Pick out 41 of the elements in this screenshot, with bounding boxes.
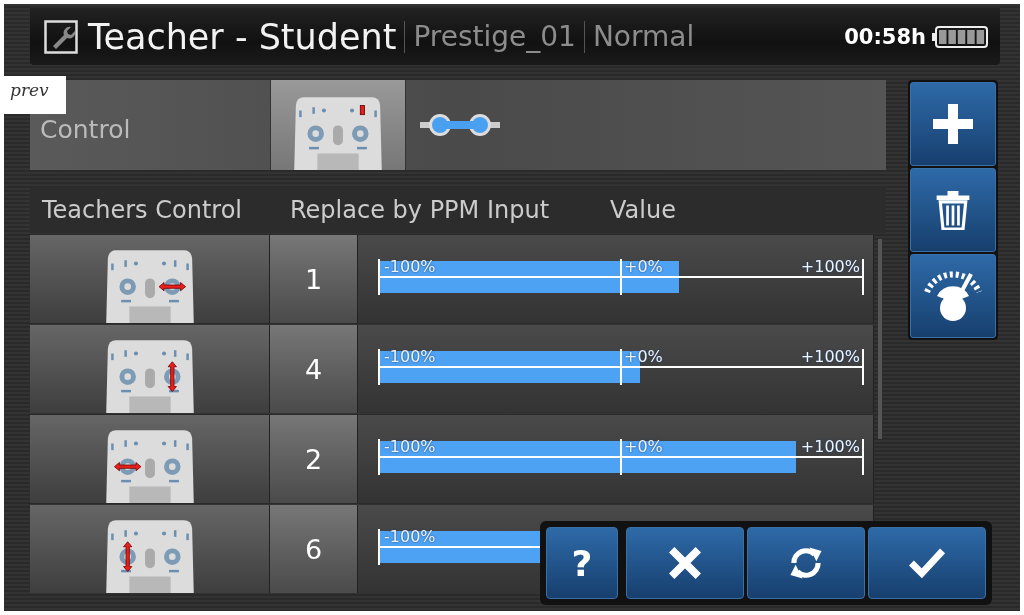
scale-label: -100%: [384, 438, 436, 456]
ppm-input-cell[interactable]: 1: [270, 235, 358, 323]
scale-label: +100%: [800, 348, 860, 366]
scale-label: -100%: [384, 528, 436, 546]
model-name: Prestige_01: [413, 20, 576, 53]
wrench-icon: [44, 19, 78, 54]
scale-label: +0%: [624, 258, 663, 276]
plus-icon: [933, 104, 973, 144]
control-cell[interactable]: [30, 235, 270, 323]
ppm-input-cell[interactable]: 6: [270, 505, 358, 593]
flight-mode: Normal: [592, 20, 695, 53]
control-cell[interactable]: [30, 505, 270, 593]
column-header: Replace by PPM Input: [290, 196, 551, 224]
close-icon: [666, 544, 704, 582]
scale-label: +0%: [624, 438, 663, 456]
link-icon: [420, 112, 500, 138]
control-label: Control: [39, 113, 132, 144]
control-cell[interactable]: [30, 325, 270, 413]
confirm-button[interactable]: [868, 527, 986, 599]
cancel-button[interactable]: [626, 527, 744, 599]
ppm-input-cell[interactable]: 4: [270, 325, 358, 413]
screen-title: Teacher - Student: [88, 16, 397, 57]
scale-label: -100%: [384, 348, 436, 366]
transmitter-button[interactable]: [270, 80, 406, 170]
trim-button[interactable]: [910, 254, 996, 338]
help-button[interactable]: ?: [546, 527, 618, 599]
column-header: Teachers Control: [41, 196, 243, 224]
column-header: Value: [610, 196, 676, 224]
reset-button[interactable]: [747, 527, 865, 599]
scale-label: +100%: [800, 438, 860, 456]
delete-button[interactable]: [910, 168, 996, 252]
scrollbar[interactable]: [878, 239, 882, 439]
gauge-icon: [923, 270, 983, 322]
scale-label: +100%: [800, 258, 860, 276]
scale-label: -100%: [384, 258, 436, 276]
timer: 00:58h: [844, 24, 926, 49]
ppm-input-cell[interactable]: 2: [270, 415, 358, 503]
add-button[interactable]: [910, 82, 996, 166]
sticky-note: prev: [4, 76, 66, 114]
control-cell[interactable]: [30, 415, 270, 503]
battery-icon: [932, 25, 988, 48]
